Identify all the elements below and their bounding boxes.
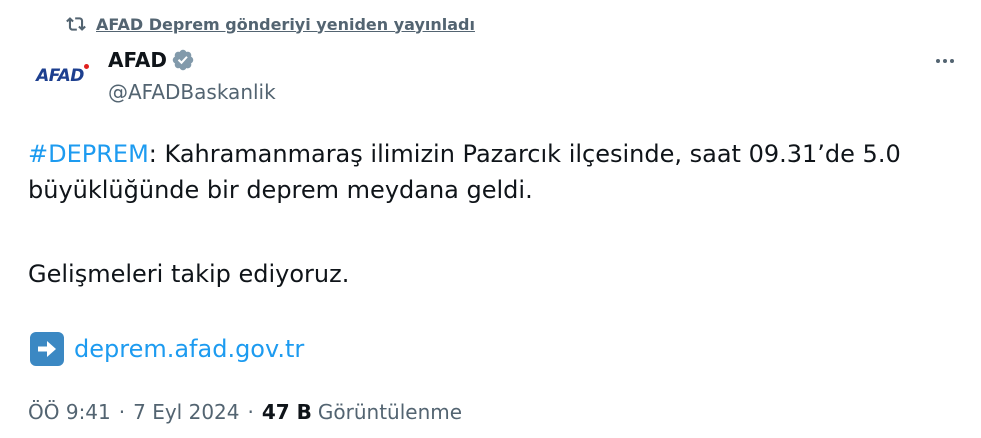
- hashtag-link[interactable]: #DEPREM: [28, 140, 149, 168]
- tweet-line-1: : Kahramanmaraş ilimizin Pazarcık ilçesi…: [28, 140, 901, 204]
- afad-logo: AFAD: [36, 64, 89, 86]
- tweet-text: #DEPREM: Kahramanmaraş ilimizin Pazarcık…: [28, 136, 968, 292]
- more-dot-icon: [936, 59, 940, 63]
- repost-label[interactable]: AFAD Deprem gönderiyi yeniden yayınladı: [96, 15, 475, 34]
- more-dot-icon: [943, 59, 947, 63]
- tweet-time[interactable]: ÖÖ 9:41: [28, 400, 111, 424]
- verified-badge-icon[interactable]: [171, 48, 195, 72]
- views-count[interactable]: 47 B: [262, 400, 312, 424]
- right-arrow-emoji-icon: [30, 332, 64, 366]
- meta-separator: ·: [247, 400, 254, 424]
- views-label[interactable]: Görüntülenme: [318, 400, 462, 424]
- repost-icon: [66, 14, 86, 34]
- repost-header[interactable]: AFAD Deprem gönderiyi yeniden yayınladı: [66, 12, 475, 36]
- tweet-meta: ÖÖ 9:41 · 7 Eyl 2024 · 47 B Görüntülenme: [28, 400, 462, 424]
- tweet-line-2: Gelişmeleri takip ediyoruz.: [28, 260, 350, 288]
- avatar[interactable]: AFAD: [28, 44, 92, 108]
- tweet-link-row: deprem.afad.gov.tr: [30, 332, 304, 366]
- tweet-date[interactable]: 7 Eyl 2024: [133, 400, 239, 424]
- more-dot-icon: [950, 59, 954, 63]
- logo-red-dot: [83, 64, 89, 69]
- author-block: AFAD @AFADBaskanlik: [108, 46, 276, 104]
- more-options-button[interactable]: [930, 50, 960, 72]
- meta-separator: ·: [118, 400, 126, 424]
- external-link[interactable]: deprem.afad.gov.tr: [74, 335, 304, 363]
- user-handle[interactable]: @AFADBaskanlik: [108, 80, 276, 104]
- display-name[interactable]: AFAD: [108, 48, 167, 72]
- tweet-paragraph: #DEPREM: Kahramanmaraş ilimizin Pazarcık…: [28, 136, 968, 208]
